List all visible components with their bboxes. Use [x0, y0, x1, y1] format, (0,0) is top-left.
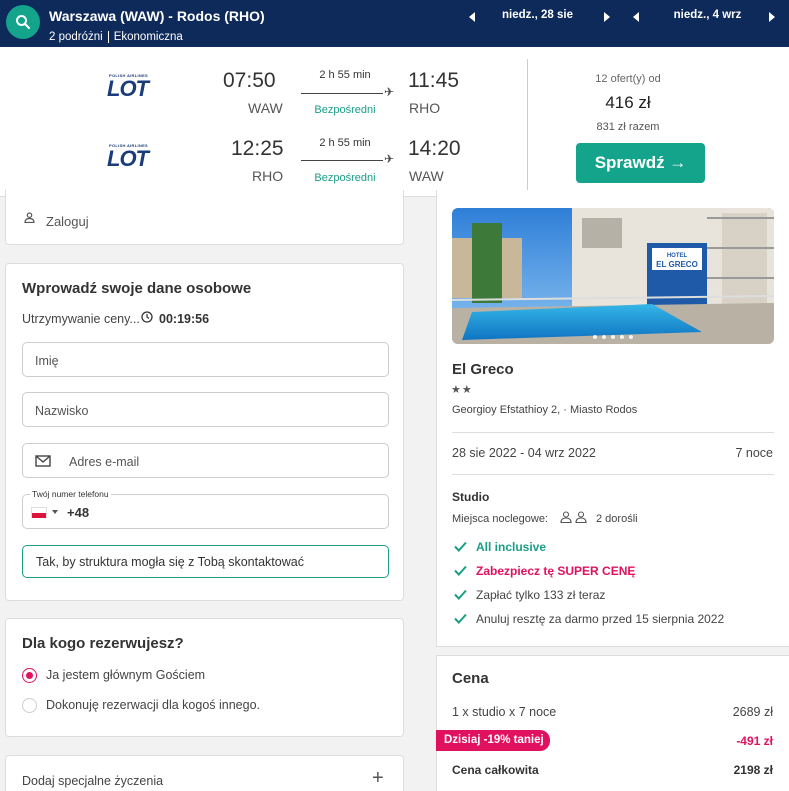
hotel-name: El Greco	[452, 361, 514, 378]
phone-input[interactable]: Twój numer telefonu +48	[22, 489, 389, 529]
outbound-departure-code: WAW	[248, 100, 283, 116]
personal-details-form: Wprowadź swoje dane osobowe Utrzymywanie…	[5, 263, 404, 601]
user-icon	[24, 212, 35, 223]
price-hold-timer: 00:19:56	[159, 312, 210, 326]
inbound-flight-line	[301, 160, 383, 161]
cabin-class: Ekonomiczna	[113, 31, 183, 44]
chevron-down-icon[interactable]	[52, 510, 58, 514]
phone-label: Twój numer telefonu	[30, 489, 111, 499]
room-type: Studio	[452, 490, 490, 504]
booking-for-title: Dla kogo rezerwujesz?	[22, 635, 184, 652]
main-guest-radio[interactable]	[22, 668, 37, 683]
inbound-duration: 2 h 55 min	[319, 137, 371, 149]
divider	[107, 31, 109, 43]
person-icon	[560, 511, 572, 523]
check-icon	[454, 589, 467, 600]
hotel-address: Georgioy Efstathioy 2, · Miasto Rodos	[452, 404, 638, 416]
offers-count: 12 ofert(y) od	[595, 73, 661, 85]
phone-prefix: +48	[67, 505, 90, 520]
login-panel[interactable]: Zaloguj	[5, 190, 404, 245]
check-offer-button[interactable]: Sprawdź →	[576, 143, 705, 183]
outbound-stops: Bezpośredni	[314, 104, 376, 116]
login-link[interactable]: Zaloguj	[46, 214, 89, 229]
next-depart-date-icon[interactable]	[604, 12, 610, 22]
check-icon	[454, 613, 467, 624]
check-icon	[454, 565, 467, 576]
divider	[452, 432, 774, 433]
lot-airline-logo: POLISH AIRLINES LOT	[107, 143, 149, 171]
price-line-value: 2689 zł	[732, 705, 773, 719]
inbound-stops: Bezpośredni	[314, 172, 376, 184]
stay-dates: 28 sie 2022 - 04 wrz 2022	[452, 446, 596, 460]
special-requests-panel[interactable]: Dodaj specjalne życzenia +	[5, 755, 404, 791]
outbound-departure-time: 07:50	[223, 69, 276, 92]
special-requests-label[interactable]: Dodaj specjalne życzenia	[22, 774, 163, 788]
outbound-flight-line	[301, 93, 383, 94]
search-button[interactable]	[6, 5, 40, 39]
poland-flag-icon[interactable]	[31, 507, 47, 518]
price-summary-panel: Cena 1 x studio x 7 noce 2689 zł Dzisiaj…	[436, 655, 789, 791]
first-name-input[interactable]: Imię	[22, 342, 389, 377]
outbound-duration: 2 h 55 min	[319, 69, 371, 81]
trip-details[interactable]: 2 podróżni Ekonomiczna	[49, 31, 183, 43]
flight-total-price: 831 zł razem	[596, 121, 660, 133]
price-hold-text: Utrzymywanie ceny...	[22, 312, 140, 326]
discount-badge: Dzisiaj -19% taniej	[436, 730, 550, 751]
inbound-departure-time: 12:25	[231, 137, 284, 160]
contact-hint: Tak, by struktura mogła się z Tobą skont…	[22, 545, 389, 578]
inbound-arrival-time: 14:20	[408, 137, 461, 160]
prev-return-date-icon[interactable]	[633, 12, 639, 22]
main-guest-label[interactable]: Ja jestem głównym Gościem	[46, 668, 205, 682]
plane-icon: ✈	[384, 152, 395, 166]
travellers-count: 2 podróżni	[49, 31, 103, 44]
route-title[interactable]: Warszawa (WAW) - Rodos (RHO)	[49, 8, 265, 24]
flight-offer-card: POLISH AIRLINES LOT 07:50 WAW 2 h 55 min…	[0, 47, 789, 197]
envelope-icon	[35, 455, 51, 467]
last-name-input[interactable]: Nazwisko	[22, 392, 389, 427]
hotel-summary-panel: HOTEL EL GRECO El Greco ★★ Georgioy Efst…	[436, 190, 789, 647]
adults-count: 2 dorośli	[596, 513, 638, 525]
stay-nights: 7 noce	[735, 446, 773, 460]
last-name-placeholder: Nazwisko	[35, 404, 89, 418]
hotel-pool-image: HOTEL EL GRECO	[452, 208, 774, 344]
total-price-label: Cena całkowita	[452, 763, 539, 777]
flight-price: 416 zł	[605, 93, 651, 112]
hotel-photo[interactable]: HOTEL EL GRECO	[452, 208, 774, 344]
carousel-dots[interactable]	[452, 326, 774, 344]
outbound-arrival-time: 11:45	[408, 69, 459, 92]
someone-else-radio[interactable]	[22, 698, 37, 713]
plus-icon[interactable]: +	[372, 767, 384, 790]
search-icon	[16, 15, 31, 30]
total-price-value: 2198 zł	[733, 763, 773, 777]
prev-depart-date-icon[interactable]	[469, 12, 475, 22]
email-input[interactable]: Adres e-mail	[22, 443, 389, 478]
person-icon	[575, 511, 587, 523]
discount-value: -491 zł	[736, 734, 773, 748]
inbound-departure-code: RHO	[252, 168, 284, 184]
hotel-stars: ★★	[451, 384, 473, 396]
return-date[interactable]: niedz., 4 wrz	[655, 9, 760, 21]
divider	[452, 474, 774, 475]
someone-else-label[interactable]: Dokonuję rezerwacji dla kogoś innego.	[46, 698, 260, 712]
svg-text:EL GRECO: EL GRECO	[656, 260, 698, 269]
personal-details-title: Wprowadź swoje dane osobowe	[22, 280, 252, 297]
email-placeholder: Adres e-mail	[69, 455, 140, 469]
beds-label: Miejsca noclegowe:	[452, 513, 548, 525]
lot-airline-logo: POLISH AIRLINES LOT	[107, 73, 149, 101]
svg-text:HOTEL: HOTEL	[667, 253, 688, 259]
check-icon	[454, 541, 467, 552]
next-return-date-icon[interactable]	[769, 12, 775, 22]
booking-for-panel: Dla kogo rezerwujesz? Ja jestem głównym …	[5, 618, 404, 737]
clock-icon	[141, 311, 153, 323]
price-title: Cena	[452, 670, 489, 687]
plane-icon: ✈	[384, 85, 395, 99]
inbound-arrival-code: WAW	[409, 168, 444, 184]
depart-date[interactable]: niedz., 28 sie	[485, 9, 590, 21]
outbound-arrival-code: RHO	[409, 100, 441, 116]
price-line-label: 1 x studio x 7 noce	[452, 705, 557, 719]
search-summary-bar: Warszawa (WAW) - Rodos (RHO) 2 podróżni E…	[0, 0, 789, 47]
first-name-placeholder: Imię	[35, 354, 59, 368]
